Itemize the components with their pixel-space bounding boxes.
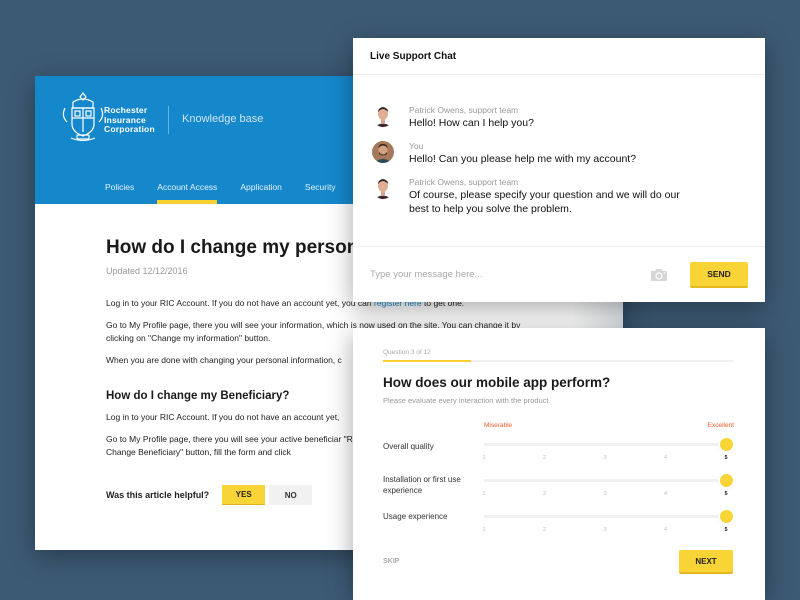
rating-tick[interactable]: 5 (724, 527, 727, 533)
rating-slider[interactable] (484, 438, 733, 451)
header-divider (168, 106, 169, 134)
support-avatar (372, 105, 394, 127)
rating-label: Overall quality (383, 442, 434, 451)
nav-item-security[interactable]: Security (305, 176, 336, 204)
rating-tick[interactable]: 4 (664, 527, 667, 533)
scale-low-label: Miserable (484, 422, 513, 429)
message-text: Of course, please specify your question … (409, 189, 680, 215)
rating-tick[interactable]: 5 (724, 455, 727, 461)
message-text: Hello! Can you please help me with my ac… (409, 153, 637, 165)
slider-handle[interactable] (720, 474, 733, 487)
rating-tick[interactable]: 3 (603, 491, 606, 497)
survey-subtitle: Please evaluate every interaction with t… (383, 396, 551, 405)
yes-button[interactable]: YES (222, 485, 266, 505)
next-button[interactable]: NEXT (679, 550, 733, 574)
slider-handle[interactable] (720, 438, 733, 451)
nav-item-application[interactable]: Application (240, 176, 282, 204)
brand-line: Corporation (104, 124, 155, 134)
message-author: You (409, 141, 424, 151)
no-button[interactable]: NO (269, 485, 313, 505)
chat-messages: Patrick Owens, support team Hello! How c… (353, 75, 765, 216)
rating-label: Installation or first use experience (383, 475, 461, 495)
chat-composer: SEND (353, 246, 765, 302)
nav-item-policies[interactable]: Policies (105, 176, 134, 204)
survey-title: How does our mobile app perform? (383, 375, 611, 390)
crest-logo-icon[interactable] (59, 90, 107, 144)
chat-message: You Hello! Can you please help me with m… (372, 141, 765, 166)
slider-handle[interactable] (720, 510, 733, 523)
rating-tick[interactable]: 1 (482, 527, 485, 533)
message-input[interactable] (370, 269, 650, 280)
rating-slider[interactable] (484, 510, 733, 523)
rating-row: Installation or first use experience 1 2 3… (383, 474, 735, 510)
skip-button[interactable]: SKIP (383, 558, 399, 565)
message-text: Hello! How can I help you? (409, 117, 534, 129)
helpful-question: Was this article helpful? (106, 490, 210, 500)
rating-tick[interactable]: 2 (543, 491, 546, 497)
chat-message: Patrick Owens, support team Of course, p… (372, 177, 765, 216)
rating-row: Overall quality 1 2 3 4 5 (383, 438, 735, 474)
rating-tick[interactable]: 5 (724, 491, 727, 497)
rating-ticks: 1 2 3 4 5 (482, 455, 727, 465)
rating-tick[interactable]: 2 (543, 455, 546, 461)
rating-tick[interactable]: 3 (603, 527, 606, 533)
rating-tick[interactable]: 1 (482, 455, 485, 461)
user-avatar (372, 141, 394, 163)
rating-label: Usage experience (383, 512, 448, 521)
nav-item-account-access[interactable]: Account Access (157, 176, 218, 204)
question-counter: Question 3 of 12 (383, 349, 431, 356)
live-chat-card: Live Support Chat Patrick Owens, support… (353, 38, 765, 302)
message-author: Patrick Owens, support team (409, 105, 519, 115)
chat-message: Patrick Owens, support team Hello! How c… (372, 105, 765, 130)
rating-tick[interactable]: 4 (664, 455, 667, 461)
rating-ticks: 1 2 3 4 5 (482, 491, 727, 501)
survey-progress-fill (383, 360, 471, 362)
chat-title: Live Support Chat (353, 38, 765, 75)
brand-name: Rochester Insurance Corporation (104, 105, 155, 135)
message-author: Patrick Owens, support team (409, 177, 519, 187)
rating-ticks: 1 2 3 4 5 (482, 527, 727, 537)
rating-slider[interactable] (484, 474, 733, 487)
survey-card: Question 3 of 12 How does our mobile app… (353, 328, 765, 600)
support-avatar (372, 177, 394, 199)
send-button[interactable]: SEND (690, 261, 748, 288)
rating-tick[interactable]: 2 (543, 527, 546, 533)
paragraph-text: Log in to your RIC Account. If you do no… (106, 298, 374, 308)
section-title[interactable]: Knowledge base (182, 113, 263, 125)
rating-tick[interactable]: 4 (664, 491, 667, 497)
rating-tick[interactable]: 3 (603, 455, 606, 461)
survey-progress-bar (383, 360, 733, 362)
rating-tick[interactable]: 1 (482, 491, 485, 497)
scale-high-label: Excellent (707, 422, 734, 429)
rating-row: Usage experience 1 2 3 4 5 (383, 510, 735, 546)
camera-icon[interactable] (650, 268, 668, 281)
